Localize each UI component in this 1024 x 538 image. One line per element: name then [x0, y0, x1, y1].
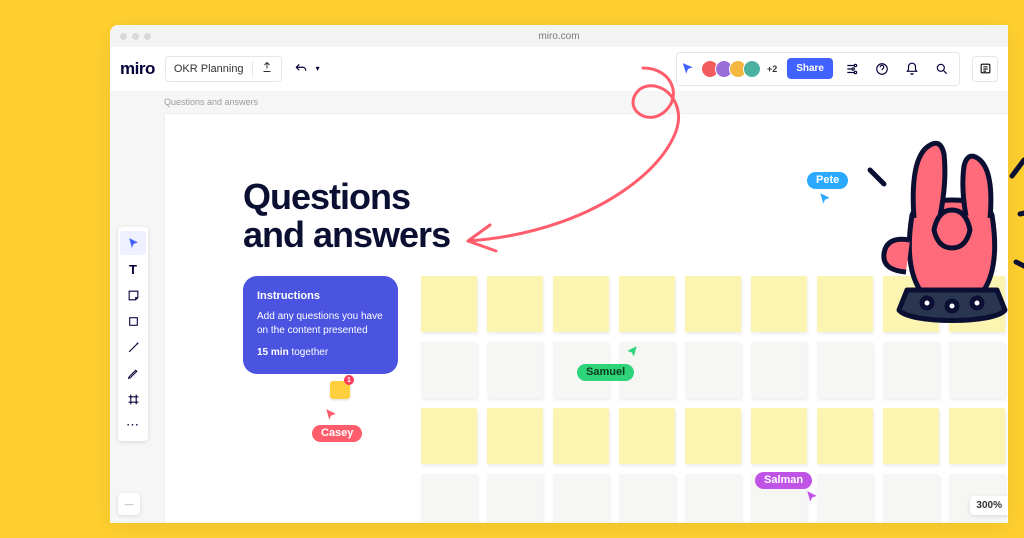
bell-icon[interactable] — [899, 56, 925, 82]
canvas-frame[interactable]: Questions and answers Instructions Add a… — [164, 113, 1008, 523]
sticky-note[interactable] — [883, 342, 939, 398]
close-dot[interactable] — [120, 33, 127, 40]
browser-window: miro.com miro OKR Planning ▾ +2 — [110, 25, 1008, 523]
browser-chrome: miro.com — [110, 25, 1008, 47]
miro-logo[interactable]: miro — [120, 59, 155, 79]
title-line-1: Questions — [243, 176, 410, 217]
sticky-note[interactable] — [421, 474, 477, 523]
sticky-note[interactable] — [883, 408, 939, 464]
sticky-note[interactable] — [487, 342, 543, 398]
sticky-note[interactable] — [817, 474, 873, 523]
board-name-box[interactable]: OKR Planning — [165, 56, 282, 82]
top-bar: miro OKR Planning ▾ +2 Share — [110, 47, 1008, 91]
sticky-note[interactable] — [949, 408, 1005, 464]
sticky-note[interactable] — [685, 276, 741, 332]
maximize-dot[interactable] — [144, 33, 151, 40]
time-bold: 15 min — [257, 347, 289, 358]
minimize-dot[interactable] — [132, 33, 139, 40]
top-right-cluster: +2 Share — [676, 52, 960, 86]
pen-tool[interactable] — [120, 361, 146, 385]
instructions-body: Add any questions you have on the conten… — [257, 310, 384, 337]
sticky-note[interactable] — [685, 342, 741, 398]
avatar-stack[interactable] — [701, 60, 761, 78]
settings-icon[interactable] — [839, 56, 865, 82]
sticky-note[interactable] — [685, 408, 741, 464]
comment-badge: 1 — [344, 375, 354, 385]
zoom-level[interactable]: 300% — [970, 496, 1008, 515]
sticky-note[interactable] — [817, 342, 873, 398]
sticky-tool[interactable] — [120, 283, 146, 307]
sticky-note[interactable] — [685, 474, 741, 523]
cursor-presence-icon[interactable] — [681, 62, 695, 76]
sticky-note[interactable] — [553, 474, 609, 523]
undo-button[interactable] — [288, 56, 314, 82]
sticky-note[interactable] — [751, 276, 807, 332]
share-button[interactable]: Share — [787, 58, 833, 79]
sticky-note[interactable] — [619, 408, 675, 464]
sticky-note[interactable] — [619, 276, 675, 332]
sticky-note[interactable] — [487, 276, 543, 332]
line-tool[interactable] — [120, 335, 146, 359]
sticky-note[interactable] — [487, 408, 543, 464]
title-line-2: and answers — [243, 214, 450, 255]
sticky-note[interactable] — [817, 276, 873, 332]
sticky-note[interactable] — [751, 408, 807, 464]
sticky-note[interactable] — [751, 342, 807, 398]
divider — [252, 61, 253, 77]
avatar-overflow-count[interactable]: +2 — [767, 64, 777, 74]
sticky-note[interactable] — [553, 408, 609, 464]
sticky-note[interactable] — [421, 408, 477, 464]
shape-tool[interactable] — [120, 309, 146, 333]
left-toolbar: T ⋯ — [118, 227, 148, 441]
sticky-note[interactable] — [883, 276, 939, 332]
frame-label: Questions and answers — [164, 97, 258, 107]
arrow-annotation — [433, 58, 713, 278]
select-tool[interactable] — [120, 231, 146, 255]
traffic-lights — [120, 33, 151, 40]
search-icon[interactable] — [929, 56, 955, 82]
sticky-note[interactable] — [487, 474, 543, 523]
instructions-time: 15 min together — [257, 347, 384, 358]
sticky-grid — [421, 276, 1005, 523]
sticky-note[interactable] — [817, 408, 873, 464]
board-menu-icon[interactable] — [972, 56, 998, 82]
sticky-note[interactable] — [421, 276, 477, 332]
sticky-note[interactable] — [619, 474, 675, 523]
board-name: OKR Planning — [174, 63, 244, 75]
cursor-label-casey: Casey — [312, 425, 362, 442]
sticky-note[interactable] — [949, 276, 1005, 332]
instructions-card[interactable]: Instructions Add any questions you have … — [243, 276, 398, 374]
frame-tool[interactable] — [120, 387, 146, 411]
url-bar: miro.com — [538, 31, 579, 42]
cursor-label-salman: Salman — [755, 472, 812, 489]
time-rest: together — [289, 347, 328, 358]
instructions-heading: Instructions — [257, 290, 384, 302]
minimap-button[interactable]: — — [118, 493, 140, 515]
cursor-label-pete: Pete — [807, 172, 848, 189]
cursor-label-samuel: Samuel — [577, 364, 634, 381]
avatar[interactable] — [743, 60, 761, 78]
sticky-note[interactable] — [883, 474, 939, 523]
sticky-note[interactable] — [553, 276, 609, 332]
text-tool[interactable]: T — [120, 257, 146, 281]
workspace[interactable]: Questions and answers Questions and answ… — [110, 91, 1008, 523]
export-icon[interactable] — [261, 61, 273, 76]
sticky-note[interactable] — [421, 342, 477, 398]
undo-chevron-icon[interactable]: ▾ — [316, 64, 320, 73]
more-tools[interactable]: ⋯ — [120, 413, 146, 437]
sticky-note[interactable] — [949, 342, 1005, 398]
help-icon[interactable] — [869, 56, 895, 82]
board-title: Questions and answers — [243, 178, 450, 254]
